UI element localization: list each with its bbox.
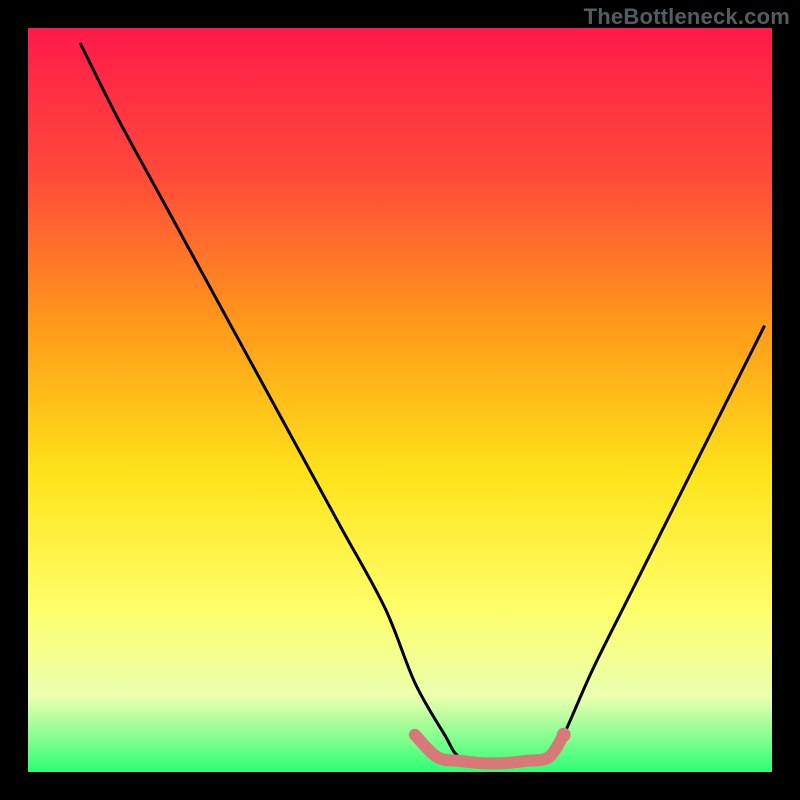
bottleneck-chart xyxy=(0,0,800,800)
watermark-label: TheBottleneck.com xyxy=(584,4,790,30)
chart-stage: TheBottleneck.com xyxy=(0,0,800,800)
marker-dot xyxy=(557,728,571,742)
plot-area xyxy=(28,28,772,772)
